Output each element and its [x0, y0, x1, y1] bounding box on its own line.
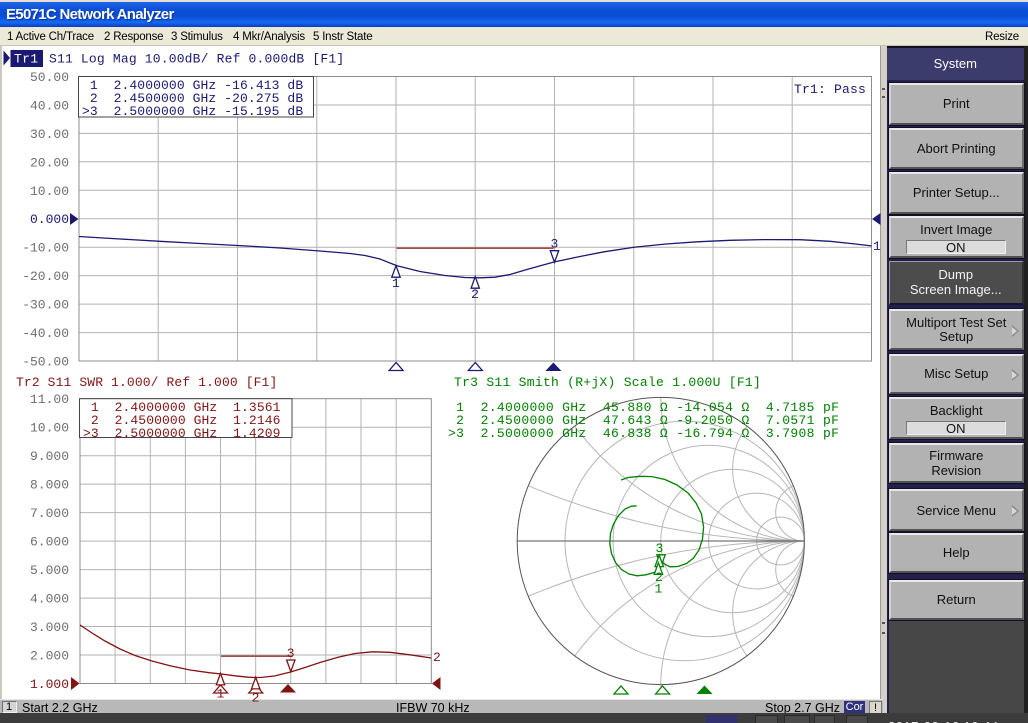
svg-text:20.00: 20.00	[30, 155, 69, 170]
svg-text:-50.00: -50.00	[22, 355, 69, 370]
svg-text:1.000: 1.000	[30, 677, 69, 692]
svg-text:-10.00: -10.00	[22, 241, 69, 256]
svg-text:0.000: 0.000	[30, 212, 69, 227]
svg-text:Tr3 S11 Smith (R+jX) Scale 1.0: Tr3 S11 Smith (R+jX) Scale 1.000U [F1]	[454, 375, 761, 390]
svg-text:3: 3	[550, 237, 558, 252]
svg-text:5.000: 5.000	[30, 563, 69, 578]
svg-text:2: 2	[433, 650, 441, 665]
svg-text:>3 2.5000000 GHz -15.195 dB: >3 2.5000000 GHz -15.195 dB	[82, 104, 303, 119]
svg-text:>3 2.5000000 GHz 1.4209: >3 2.5000000 GHz 1.4209	[83, 426, 281, 441]
svg-text:7.000: 7.000	[30, 506, 69, 521]
svg-text:40.00: 40.00	[30, 99, 69, 114]
svg-text:Tr1: Pass: Tr1: Pass	[794, 82, 866, 97]
svg-text:30.00: 30.00	[30, 127, 69, 142]
svg-text:4.000: 4.000	[30, 592, 69, 607]
svg-text:>3 2.5000000 GHz 46.838 Ω -1: >3 2.5000000 GHz 46.838 Ω -16.794 Ω 3.79…	[448, 426, 839, 441]
svg-text:1: 1	[392, 276, 400, 291]
svg-text:3.000: 3.000	[30, 620, 69, 635]
svg-text:10.00: 10.00	[30, 184, 69, 199]
svg-text:8.000: 8.000	[30, 478, 69, 493]
svg-text:6.000: 6.000	[30, 535, 69, 550]
svg-text:-20.00: -20.00	[22, 269, 69, 284]
svg-text:3: 3	[655, 541, 663, 556]
svg-text:2.000: 2.000	[30, 649, 69, 664]
svg-text:-40.00: -40.00	[22, 326, 69, 341]
svg-text:9.000: 9.000	[30, 449, 69, 464]
svg-text:3: 3	[287, 646, 295, 661]
svg-text:-30.00: -30.00	[22, 298, 69, 313]
svg-text:1: 1	[216, 686, 224, 701]
svg-text:1: 1	[873, 239, 881, 254]
svg-text:50.00: 50.00	[30, 70, 69, 85]
svg-text:2: 2	[471, 287, 479, 302]
svg-text:10.00: 10.00	[30, 421, 69, 436]
svg-text:S11 Log Mag 10.00dB/ Ref 0.000: S11 Log Mag 10.00dB/ Ref 0.000dB [F1]	[49, 52, 344, 67]
svg-text:Tr1: Tr1	[14, 52, 38, 67]
svg-text:Tr2 S11 SWR 1.000/ Ref 1.000 [: Tr2 S11 SWR 1.000/ Ref 1.000 [F1]	[16, 375, 277, 390]
svg-text:2: 2	[252, 690, 260, 705]
svg-text:11.00: 11.00	[30, 392, 69, 407]
svg-text:1: 1	[654, 582, 662, 597]
